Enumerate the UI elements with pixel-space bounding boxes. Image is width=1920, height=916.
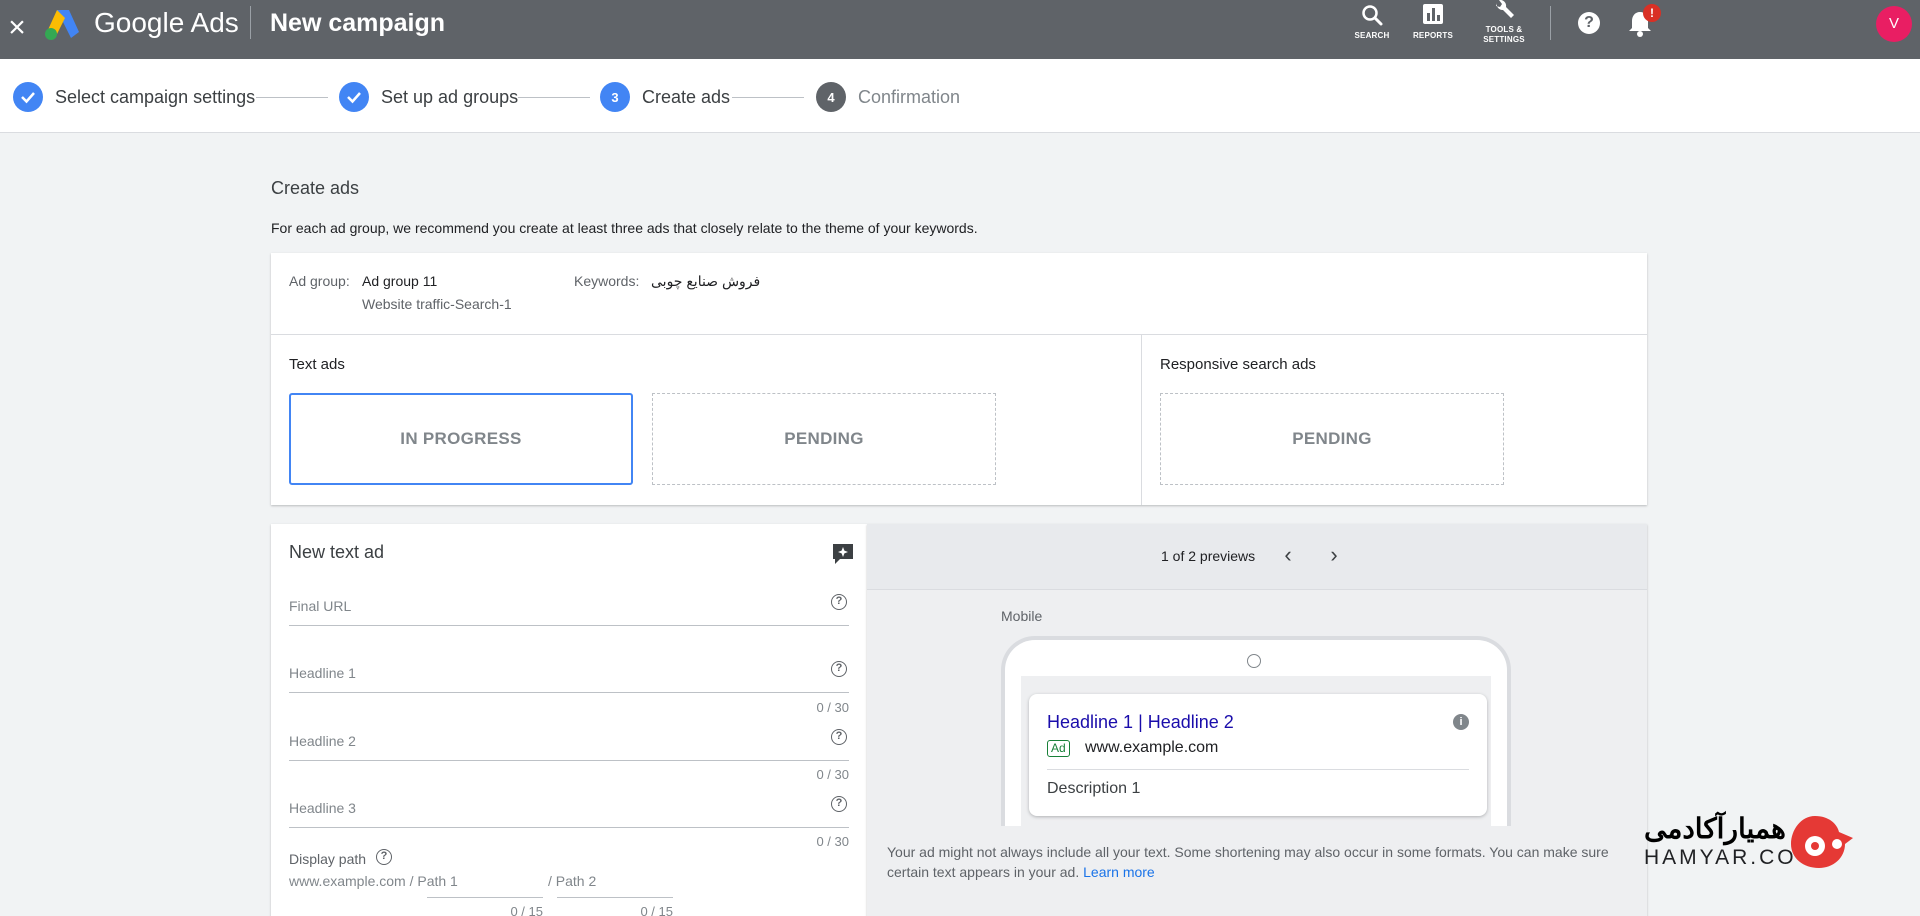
ad-group-summary: Ad group: Ad group 11 Website traffic-Se… — [271, 253, 1647, 335]
headline2-counter: 0 / 30 — [816, 767, 849, 782]
headline1-label: Headline 1 — [289, 665, 356, 681]
step-label: Set up ad groups — [381, 86, 519, 107]
step-label: Confirmation — [858, 86, 961, 107]
responsive-ad-slot-pending[interactable]: PENDING — [1160, 393, 1504, 485]
search-icon — [1362, 5, 1383, 26]
device-label: Mobile — [1001, 608, 1043, 624]
headline3-input[interactable] — [289, 827, 849, 828]
path1-counter: 0 / 15 — [510, 904, 543, 916]
ad-group-card: Ad group: Ad group 11 Website traffic-Se… — [271, 253, 1647, 505]
text-ad-slot-pending[interactable]: PENDING — [652, 393, 996, 485]
step-number: 4 — [816, 82, 846, 112]
google-ads-logo-icon — [45, 10, 79, 40]
section-title: Create ads — [271, 178, 360, 198]
wrench-icon — [1496, 0, 1514, 18]
step-create-ads[interactable]: 3 Create ads — [600, 82, 730, 112]
new-text-ad-form: New text ad Final URL ? Headline 1 ? 0 /… — [271, 524, 867, 916]
reports-icon — [1423, 4, 1443, 24]
section-divider — [1141, 335, 1142, 505]
help-icon[interactable]: ? — [831, 729, 847, 745]
hamyar-logo-icon — [1791, 816, 1853, 868]
step-set-up-ad-groups[interactable]: Set up ad groups — [339, 82, 518, 112]
text-ad-slot-in-progress[interactable]: IN PROGRESS — [289, 393, 633, 485]
ad-divider — [1047, 769, 1469, 770]
display-path-label: Display path — [289, 851, 367, 867]
topbar-divider — [250, 6, 251, 39]
preview-count: 1 of 2 previews — [1161, 548, 1256, 564]
watermark-text: همیارآکادمی — [1644, 813, 1786, 844]
help-icon[interactable]: ? — [831, 796, 847, 812]
phone-screen: Headline 1 | Headline 2 i Ad www.example… — [1021, 676, 1491, 826]
text-ads-title: Text ads — [289, 356, 345, 373]
ad-group-value: Ad group 11 — [362, 273, 438, 289]
close-icon[interactable]: × — [6, 8, 28, 48]
step-confirmation[interactable]: 4 Confirmation — [816, 82, 960, 112]
headline2-label: Headline 2 — [289, 733, 356, 749]
path2-counter: 0 / 15 — [640, 904, 673, 916]
chevron-right-icon[interactable]: › — [1323, 544, 1345, 566]
ad-description: Description 1 — [1047, 780, 1141, 797]
reports-label: REPORTS — [1412, 31, 1454, 40]
search-label: SEARCH — [1354, 31, 1390, 40]
mobile-phone-frame: Headline 1 | Headline 2 i Ad www.example… — [1001, 636, 1511, 826]
avatar[interactable]: V — [1876, 6, 1912, 42]
help-icon[interactable]: ? — [376, 849, 392, 865]
path1-input[interactable] — [427, 897, 543, 898]
preview-note: Your ad might not always include all you… — [887, 842, 1627, 882]
step-number: 3 — [600, 82, 630, 112]
ad-group-label: Ad group: — [289, 273, 350, 289]
form-title: New text ad — [289, 542, 385, 562]
help-icon[interactable]: ? — [1578, 12, 1600, 34]
final-url-label: Final URL — [289, 598, 352, 614]
headline3-counter: 0 / 30 — [816, 834, 849, 849]
ad-url: www.example.com — [1085, 739, 1219, 756]
final-url-input[interactable] — [289, 625, 849, 626]
step-connector — [256, 97, 328, 98]
phone-camera-icon — [1247, 654, 1261, 668]
brand-name: Google Ads — [94, 7, 239, 38]
step-label: Select campaign settings — [55, 86, 256, 107]
search-button[interactable]: SEARCH — [1352, 0, 1392, 50]
help-icon[interactable]: ? — [831, 594, 847, 610]
step-connector — [518, 97, 590, 98]
preview-note-text: Your ad might not always include all you… — [887, 844, 1609, 880]
tools-settings-button[interactable]: TOOLS & SETTINGS — [1476, 0, 1532, 50]
path2-label: / Path 2 — [548, 873, 597, 889]
info-icon[interactable]: i — [1453, 714, 1469, 730]
check-icon — [339, 82, 369, 112]
help-icon[interactable]: ? — [831, 661, 847, 677]
section-description: For each ad group, we recommend you crea… — [271, 220, 978, 236]
page-title: New campaign — [270, 9, 446, 37]
ad-badge: Ad — [1047, 740, 1070, 757]
notification-badge: ! — [1643, 4, 1661, 22]
campaign-stepper: Select campaign settings Set up ad group… — [0, 59, 1920, 133]
headline1-input[interactable] — [289, 692, 849, 693]
top-bar: × Google Ads New campaign SEARCH REPORTS… — [0, 0, 1920, 59]
step-connector — [732, 97, 804, 98]
keywords-value: فروش صنایع چوبی — [651, 273, 761, 289]
headline2-input[interactable] — [289, 760, 849, 761]
ad-headline: Headline 1 | Headline 2 — [1047, 712, 1234, 732]
check-icon — [13, 82, 43, 112]
reports-button[interactable]: REPORTS — [1410, 0, 1456, 50]
ad-feedback-icon[interactable] — [831, 542, 855, 566]
display-path-prefix: www.example.com / Path 1 — [289, 873, 458, 889]
tools-label-1: TOOLS & — [1485, 25, 1523, 34]
responsive-ads-title: Responsive search ads — [1160, 356, 1316, 373]
chevron-left-icon[interactable]: ‹ — [1277, 544, 1299, 566]
campaign-name: Website traffic-Search-1 — [362, 296, 512, 312]
path2-input[interactable] — [557, 897, 673, 898]
step-label: Create ads — [642, 86, 731, 107]
ad-preview-card: Headline 1 | Headline 2 i Ad www.example… — [1029, 694, 1487, 816]
ad-preview-panel: 1 of 2 previews ‹ › Mobile Headline 1 | … — [867, 524, 1647, 916]
headline3-label: Headline 3 — [289, 800, 356, 816]
headline1-counter: 0 / 30 — [816, 700, 849, 715]
preview-header: 1 of 2 previews ‹ › — [867, 524, 1647, 590]
topbar-separator — [1550, 6, 1551, 40]
step-select-campaign-settings[interactable]: Select campaign settings — [13, 82, 255, 112]
learn-more-link[interactable]: Learn more — [1083, 864, 1155, 880]
keywords-label: Keywords: — [574, 273, 640, 289]
watermark-subtext: HAMYAR.CO — [1644, 846, 1797, 869]
tools-label-2: SETTINGS — [1483, 35, 1525, 44]
